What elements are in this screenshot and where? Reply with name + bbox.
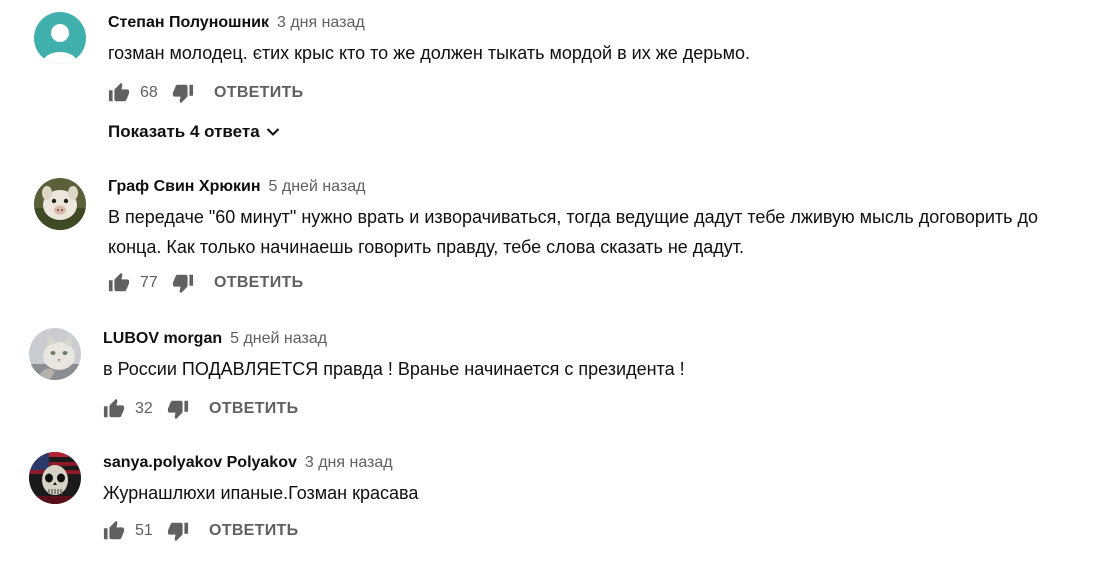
comment-date[interactable]: 5 дней назад	[269, 178, 366, 195]
comment-date[interactable]: 3 дня назад	[277, 14, 365, 31]
comment-actions: 32 ОТВЕТИТЬ	[103, 397, 298, 421]
comment-date[interactable]: 3 дня назад	[305, 454, 393, 471]
thumb-up-icon[interactable]	[103, 398, 125, 420]
reply-button[interactable]: ОТВЕТИТЬ	[209, 522, 298, 540]
comment-body: LUBOV morgan 5 дней назад в России ПОДАВЛ…	[103, 328, 1087, 384]
comment-text: В передаче "60 минут" нужно врать и изво…	[108, 207, 1039, 257]
chevron-down-icon	[266, 122, 280, 142]
thumb-down-icon[interactable]	[167, 520, 189, 542]
comment: Граф Свин Хрюкин 5 дней назад В передаче …	[0, 176, 1107, 306]
avatar[interactable]	[29, 328, 81, 380]
thumb-down-icon[interactable]	[167, 398, 189, 420]
reply-button[interactable]: ОТВЕТИТЬ	[209, 400, 298, 418]
thumb-up-icon[interactable]	[108, 82, 130, 104]
thumb-down-icon[interactable]	[172, 82, 194, 104]
comment-author[interactable]: LUBOV morgan	[103, 330, 222, 347]
comment-author[interactable]: sanya.polyakov Polyakov	[103, 454, 297, 471]
comment-text: Журнашлюхи ипаные.Гозман красава	[103, 483, 419, 503]
avatar[interactable]	[34, 12, 86, 64]
comment: LUBOV morgan 5 дней назад в России ПОДАВЛ…	[0, 327, 1107, 427]
comment-text: гозман молодец. єтих крыс кто то же долж…	[108, 43, 751, 63]
comment-actions: 77 ОТВЕТИТЬ	[108, 271, 303, 295]
comment-header: LUBOV morgan 5 дней назад	[103, 328, 1087, 350]
show-replies-label: Показать 4 ответа	[108, 122, 260, 141]
comment-author[interactable]: Степан Полуношник	[108, 14, 269, 31]
comment-body: Граф Свин Хрюкин 5 дней назад В передаче …	[108, 176, 1087, 262]
comment: sanya.polyakov Polyakov 3 дня назад Журна…	[0, 451, 1107, 551]
like-count: 77	[140, 274, 158, 291]
cat-avatar-icon	[29, 328, 81, 380]
comment-header: Степан Полуношник 3 дня назад	[108, 12, 1087, 34]
comment-body: sanya.polyakov Polyakov 3 дня назад Журна…	[103, 452, 1087, 508]
show-replies-button[interactable]: Показать 4 ответа	[108, 120, 280, 144]
comment-text: в России ПОДАВЛЯЕТСЯ правда ! Вранье нач…	[103, 359, 685, 379]
comment-header: Граф Свин Хрюкин 5 дней назад	[108, 176, 1087, 198]
pig-avatar-icon	[34, 178, 86, 230]
comment-body: Степан Полуношник 3 дня назад гозман моло…	[108, 12, 1087, 68]
avatar[interactable]	[34, 178, 86, 230]
comment-actions: 68 ОТВЕТИТЬ	[108, 81, 303, 105]
skull-flag-avatar-icon	[29, 452, 81, 504]
like-count: 32	[135, 400, 153, 417]
thumb-up-icon[interactable]	[103, 520, 125, 542]
comment-actions: 51 ОТВЕТИТЬ	[103, 519, 298, 543]
thumb-up-icon[interactable]	[108, 272, 130, 294]
comment-author[interactable]: Граф Свин Хрюкин	[108, 178, 261, 195]
like-count: 51	[135, 522, 153, 539]
comment: Степан Полуношник 3 дня назад гозман моло…	[0, 0, 1107, 160]
default-person-avatar-icon	[34, 12, 86, 64]
reply-button[interactable]: ОТВЕТИТЬ	[214, 84, 303, 102]
comment-header: sanya.polyakov Polyakov 3 дня назад	[103, 452, 1087, 474]
thumb-down-icon[interactable]	[172, 272, 194, 294]
comment-date[interactable]: 5 дней назад	[230, 330, 327, 347]
reply-button[interactable]: ОТВЕТИТЬ	[214, 274, 303, 292]
avatar[interactable]	[29, 452, 81, 504]
like-count: 68	[140, 84, 158, 101]
